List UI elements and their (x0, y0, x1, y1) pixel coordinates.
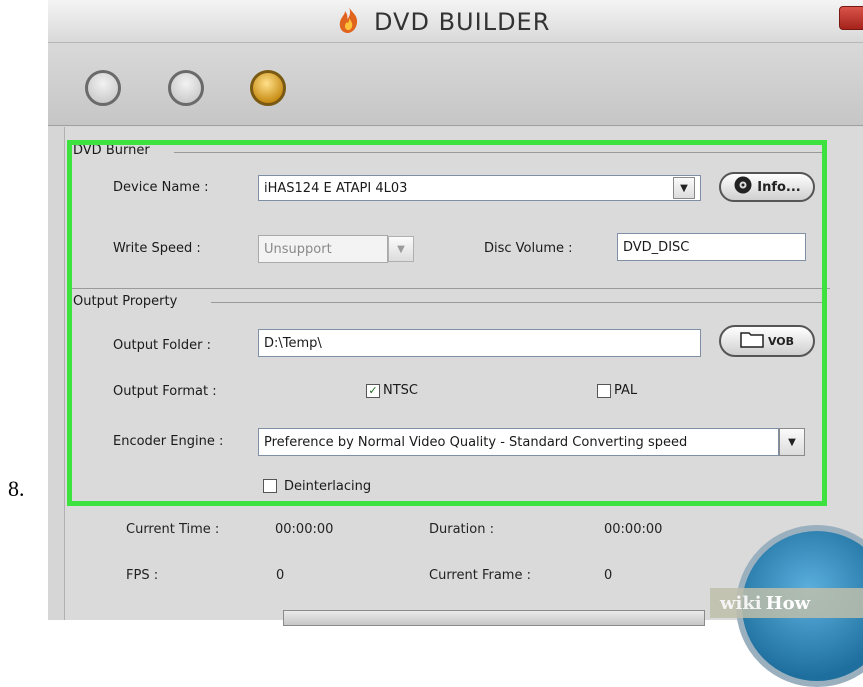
step-toolbar (48, 43, 863, 126)
ntsc-label: NTSC (383, 383, 418, 398)
output-property-group-line (211, 302, 823, 303)
vob-button[interactable]: VOB (719, 325, 815, 357)
chevron-down-icon: ▼ (680, 182, 688, 194)
watermark-part1: wiki (720, 592, 762, 614)
chevron-down-icon: ▼ (397, 243, 405, 255)
info-button-label: Info... (757, 179, 801, 195)
step-number: 8. (8, 476, 25, 501)
window-title: DVD BUILDER (374, 8, 551, 36)
deinterlacing-checkbox[interactable] (263, 479, 277, 493)
dvd-burner-group-line (174, 152, 824, 153)
info-button[interactable]: Info... (719, 172, 815, 202)
flame-icon (336, 6, 362, 38)
output-format-label: Output Format : (113, 384, 217, 399)
wikihow-watermark: wiki How (710, 588, 863, 618)
fps-value: 0 (276, 568, 285, 583)
write-speed-select[interactable]: Unsupport (258, 235, 388, 263)
pal-checkbox[interactable] (597, 384, 611, 398)
step-2-button[interactable] (168, 70, 204, 106)
disc-volume-input[interactable]: DVD_DISC (617, 233, 806, 261)
write-speed-dropdown-button[interactable]: ▼ (388, 236, 414, 262)
current-frame-value: 0 (604, 568, 613, 583)
dvd-burner-group-title: DVD Burner (73, 143, 150, 158)
encoder-engine-dropdown-button[interactable]: ▼ (779, 428, 805, 456)
duration-value: 00:00:00 (604, 522, 663, 537)
chevron-down-icon: ▼ (788, 436, 796, 448)
current-time-label: Current Time : (126, 522, 220, 537)
fps-label: FPS : (126, 568, 159, 583)
output-folder-input[interactable]: D:\Temp\ (258, 329, 701, 357)
progress-bar (283, 610, 705, 626)
encoder-engine-select[interactable]: Preference by Normal Video Quality - Sta… (258, 428, 779, 456)
watermark-part2: How (765, 592, 811, 614)
encoder-engine-label: Encoder Engine : (113, 434, 224, 449)
close-button[interactable] (839, 6, 863, 30)
output-property-group-title: Output Property (73, 294, 178, 309)
device-name-dropdown-button[interactable]: ▼ (673, 177, 695, 199)
pal-label: PAL (614, 383, 638, 398)
folder-icon (740, 330, 764, 352)
device-name-select[interactable]: iHAS124 E ATAPI 4L03 (258, 175, 701, 201)
title-bar: DVD BUILDER (48, 0, 863, 43)
write-speed-label: Write Speed : (113, 241, 201, 256)
device-name-label: Device Name : (113, 180, 209, 195)
vob-button-label: VOB (767, 334, 795, 348)
disc-volume-label: Disc Volume : (484, 241, 573, 256)
deinterlacing-label: Deinterlacing (284, 479, 372, 494)
step-3-button[interactable] (250, 70, 286, 106)
ntsc-checkbox[interactable]: ✓ (366, 384, 380, 398)
disc-icon (733, 175, 753, 199)
window-title-group: DVD BUILDER (336, 6, 550, 38)
current-frame-label: Current Frame : (429, 568, 531, 583)
group-separator (70, 288, 830, 289)
duration-label: Duration : (429, 522, 494, 537)
step-1-button[interactable] (85, 70, 121, 106)
output-folder-label: Output Folder : (113, 338, 211, 353)
current-time-value: 00:00:00 (275, 522, 334, 537)
